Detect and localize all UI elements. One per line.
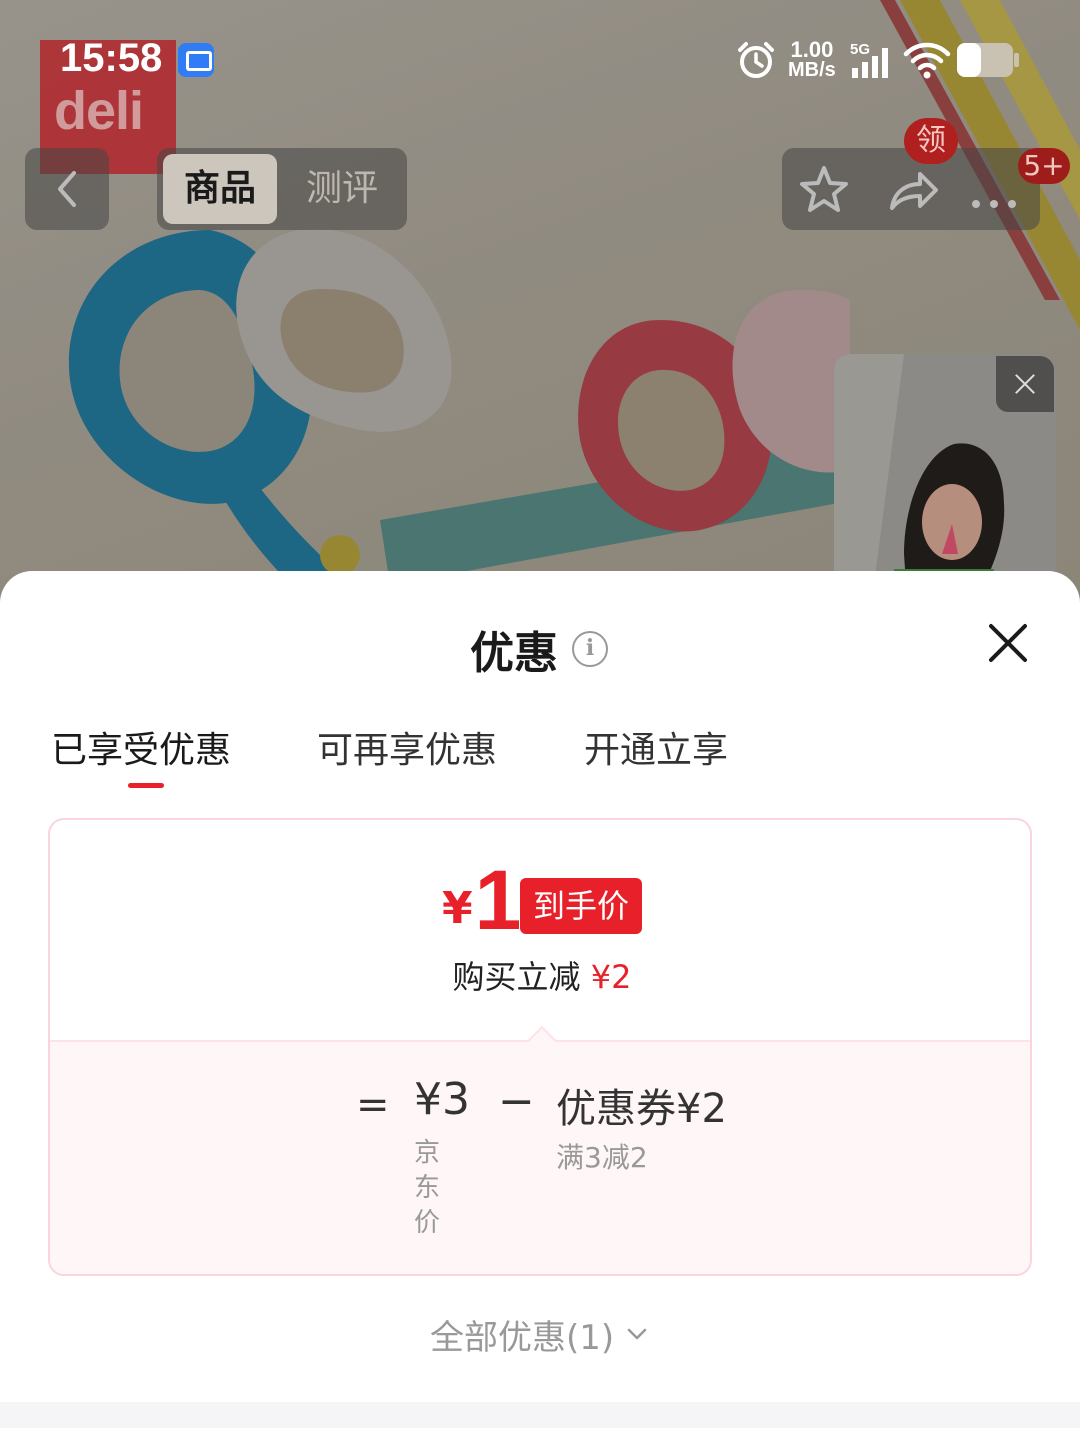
equals-sign: = bbox=[356, 1082, 390, 1128]
top-actions bbox=[782, 148, 1040, 230]
video-close-button[interactable] bbox=[996, 356, 1054, 412]
star-icon[interactable] bbox=[796, 162, 852, 218]
chevron-down-icon bbox=[627, 1328, 647, 1340]
back-button[interactable] bbox=[25, 148, 109, 230]
coupon-discount: 优惠券¥2 bbox=[556, 1086, 727, 1132]
close-icon[interactable] bbox=[986, 621, 1030, 665]
active-tab-indicator bbox=[128, 783, 164, 788]
nav-tabs: 商品 测评 bbox=[157, 148, 407, 230]
status-bar: 15:58 1.00 MB/s 5G bbox=[0, 0, 1080, 110]
final-price: ¥ 1 bbox=[442, 853, 522, 947]
net-speed: 1.00 MB/s bbox=[788, 37, 836, 81]
more-icon[interactable] bbox=[966, 162, 1022, 218]
alarm-icon bbox=[738, 42, 774, 78]
sheet-header: 优惠 i bbox=[470, 621, 608, 679]
tab-product[interactable]: 商品 bbox=[163, 154, 277, 224]
wifi-icon bbox=[903, 42, 951, 79]
tab-activate-discounts[interactable]: 开通立享 bbox=[584, 721, 728, 773]
price-formula: = ¥3 京东价 − 优惠券¥2 满3减2 bbox=[50, 1040, 1030, 1274]
coupon-condition: 满3减2 bbox=[556, 1141, 648, 1174]
instant-discount: 购买立减 ¥2 bbox=[452, 958, 632, 996]
price-breakdown-card: ¥ 1 到手价 购买立减 ¥2 = ¥3 京东价 − 优惠券¥2 满3减2 bbox=[48, 818, 1032, 1276]
all-offers-label: 全部优惠(1) bbox=[430, 1317, 615, 1358]
tab-reviews[interactable]: 测评 bbox=[283, 154, 401, 224]
tab-enjoyed-discounts[interactable]: 已享受优惠 bbox=[51, 721, 231, 773]
discount-sheet: 优惠 i 已享受优惠 可再享优惠 开通立享 ¥ 1 到手价 购买立减 ¥2 = … bbox=[0, 571, 1080, 1452]
message-count-badge: 5+ bbox=[1018, 148, 1070, 184]
signal-5g-icon: 5G bbox=[850, 41, 888, 78]
coupon-badge[interactable]: 领 bbox=[904, 118, 958, 164]
chevron-left-icon bbox=[58, 171, 76, 207]
minus-sign: − bbox=[498, 1076, 535, 1127]
final-price-tag: 到手价 bbox=[520, 878, 642, 934]
base-price-label: 京东价 bbox=[414, 1138, 441, 1238]
status-time: 15:58 bbox=[60, 36, 163, 80]
info-icon[interactable]: i bbox=[572, 631, 608, 667]
base-price: ¥3 bbox=[414, 1074, 470, 1125]
tab-more-discounts[interactable]: 可再享优惠 bbox=[317, 721, 497, 773]
sheet-footer bbox=[0, 1402, 1080, 1428]
svg-text:5G: 5G bbox=[850, 41, 870, 58]
battery-icon bbox=[957, 43, 1019, 77]
all-offers-toggle[interactable]: 全部优惠(1) bbox=[430, 1311, 648, 1358]
share-icon[interactable] bbox=[886, 162, 942, 218]
sheet-title: 优惠 bbox=[470, 628, 558, 679]
screencast-icon bbox=[178, 43, 214, 77]
discount-tabs: 已享受优惠 可再享优惠 开通立享 bbox=[0, 721, 1080, 791]
